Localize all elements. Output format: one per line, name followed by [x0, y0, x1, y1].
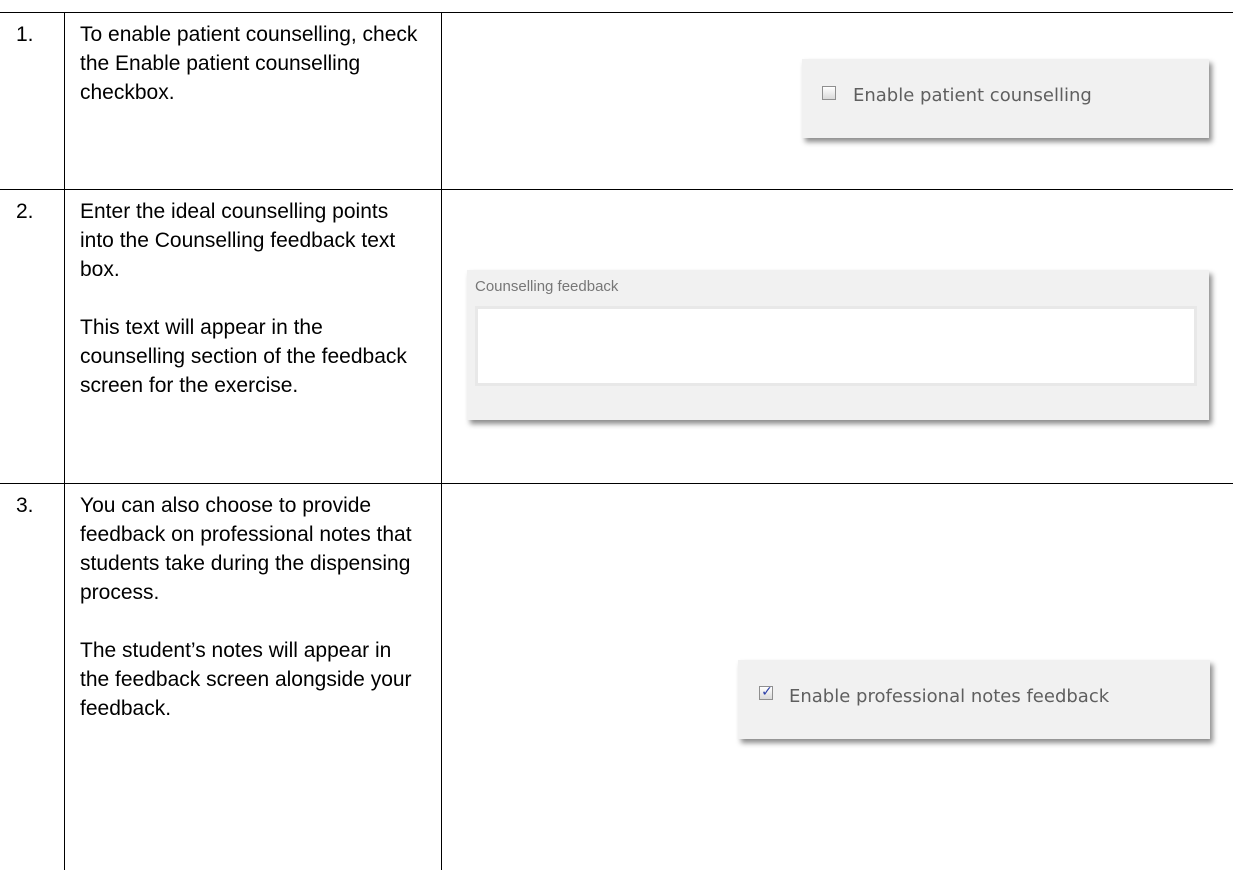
- step-instructions: You can also choose to provide feedback …: [80, 491, 425, 723]
- enable-counselling-panel: Enable patient counselling: [802, 59, 1209, 138]
- checkmark-icon: ✓: [761, 684, 773, 700]
- table-top-border: [0, 12, 1233, 13]
- number-column-divider: [64, 12, 65, 870]
- counselling-feedback-label: Counselling feedback: [475, 278, 619, 295]
- enable-notes-feedback-checkbox[interactable]: ✓: [759, 684, 773, 700]
- step-instructions: Enter the ideal counselling points into …: [80, 197, 425, 400]
- enable-counselling-checkbox[interactable]: [822, 86, 836, 100]
- counselling-feedback-textarea[interactable]: [475, 306, 1197, 386]
- enable-notes-feedback-panel: ✓ Enable professional notes feedback: [738, 660, 1210, 739]
- counselling-feedback-panel: Counselling feedback: [467, 270, 1209, 420]
- step-paragraph: This text will appear in the counselling…: [80, 316, 407, 397]
- step-paragraph: You can also choose to provide feedback …: [80, 494, 412, 604]
- text-column-divider: [441, 12, 442, 870]
- row-divider-2: [0, 483, 1233, 484]
- step-number: 2.: [16, 200, 34, 223]
- row-divider-1: [0, 189, 1233, 190]
- enable-counselling-label[interactable]: Enable patient counselling: [853, 85, 1092, 106]
- step-number: 3.: [16, 494, 34, 517]
- enable-notes-feedback-label[interactable]: Enable professional notes feedback: [789, 686, 1109, 707]
- step-paragraph: To enable patient counselling, check the…: [80, 23, 418, 104]
- step-instructions: To enable patient counselling, check the…: [80, 20, 425, 107]
- step-number: 1.: [16, 23, 34, 46]
- step-paragraph: Enter the ideal counselling points into …: [80, 200, 396, 281]
- step-paragraph: The student’s notes will appear in the f…: [80, 639, 412, 720]
